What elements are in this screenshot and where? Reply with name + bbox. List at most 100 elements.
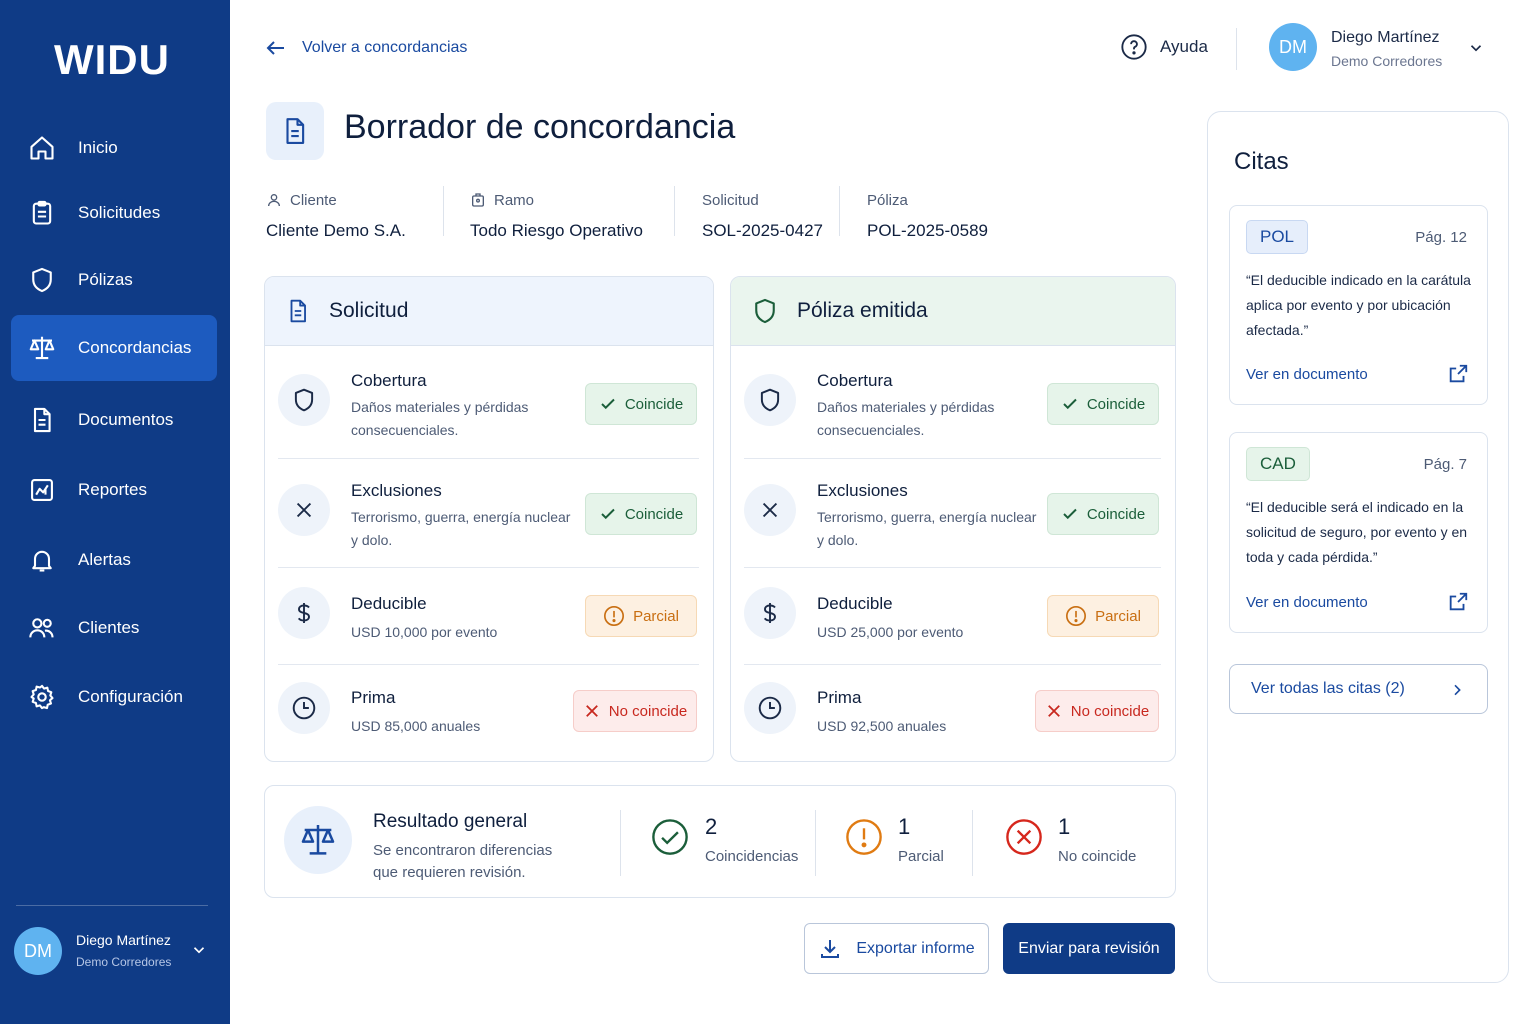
meta-value: POL-2025-0589: [867, 221, 988, 240]
status-label: Parcial: [1095, 607, 1141, 625]
send-label: Enviar para revisión: [1018, 939, 1160, 957]
sidebar-item-label: Pólizas: [78, 270, 133, 289]
avatar: DM: [1269, 23, 1317, 71]
warning-icon: [604, 606, 625, 626]
document-icon: [290, 299, 306, 323]
result-summary: Resultado general Se encontraron diferen…: [264, 785, 1176, 898]
check-icon: [1063, 508, 1077, 520]
row-divider: [744, 458, 1161, 459]
citation-quote: “El deducible indicado en la carátula ap…: [1246, 272, 1471, 338]
row-divider: [278, 567, 699, 568]
sidebar-item-inicio[interactable]: Inicio: [11, 115, 217, 181]
citation-quote: “El deducible será el indicado en la sol…: [1246, 499, 1468, 565]
citations-title: Citas: [1234, 148, 1289, 175]
header-divider: [1236, 28, 1237, 70]
row-desc: Terrorismo, guerra, energía nuclear y do…: [351, 509, 571, 548]
send-review-button[interactable]: Enviar para revisión: [1003, 923, 1175, 974]
comparison-row-cobertura: Cobertura Daños materiales y pérdidas co…: [744, 371, 1161, 442]
sidebar-item-reportes[interactable]: Reportes: [11, 457, 217, 523]
panel-header: Póliza emitida: [731, 277, 1175, 346]
export-report-button[interactable]: Exportar informe: [804, 923, 989, 974]
clock-icon: [278, 682, 330, 734]
sidebar-item-concordancias[interactable]: Concordancias: [11, 315, 217, 381]
scale-icon: [284, 806, 352, 874]
users-icon: [27, 613, 57, 643]
row-desc: USD 10,000 por evento: [351, 624, 498, 640]
row-title: Deducible: [817, 594, 893, 613]
row-divider: [744, 567, 1161, 568]
clipboard-icon: [27, 198, 57, 228]
sidebar-item-clientes[interactable]: Clientes: [11, 595, 217, 661]
back-link-label: Volver a concordancias: [302, 39, 468, 56]
gear-icon: [27, 682, 57, 712]
meta-solicitud: Solicitud SOL-2025-0427: [702, 188, 823, 246]
source-badge: POL: [1246, 220, 1309, 254]
user-icon: [268, 194, 280, 207]
status-label: Coincide: [624, 505, 684, 523]
status-badge: No coincide: [1035, 690, 1159, 732]
sidebar-item-label: Inicio: [78, 138, 118, 157]
sidebar-item-polizas[interactable]: Pólizas: [11, 247, 217, 313]
result-title: Resultado general: [373, 811, 528, 832]
view-in-document-link[interactable]: Ver en documento: [1246, 594, 1368, 611]
row-title: Prima: [351, 688, 396, 707]
view-all-label: Ver todas las citas (2): [1251, 680, 1405, 697]
meta-value: SOL-2025-0427: [702, 221, 823, 240]
row-divider: [278, 458, 699, 459]
user-org: Demo Corredores: [1331, 53, 1443, 69]
sidebar: WIDU Inicio Solicitudes Pólizas Concorda…: [0, 0, 230, 1024]
user-name: Diego Martínez: [76, 932, 171, 948]
external-link-icon[interactable]: [1447, 363, 1469, 385]
row-title: Cobertura: [817, 371, 893, 390]
citation-card: POL Pág. 12 “El deducible indicado en la…: [1229, 205, 1488, 405]
status-label: No coincide: [1070, 702, 1150, 720]
widu-logo: WIDU: [54, 36, 170, 83]
sidebar-item-alertas[interactable]: Alertas: [11, 527, 217, 593]
help-button[interactable]: Ayuda: [1120, 33, 1208, 61]
row-desc: USD 85,000 anuales: [351, 718, 481, 734]
panel-header: Solicitud: [265, 277, 713, 346]
status-badge: Coincide: [1047, 493, 1159, 535]
stat-number: 1: [1058, 814, 1071, 839]
meta-label: Ramo: [494, 191, 535, 209]
chart-icon: [27, 475, 57, 505]
bell-icon: [27, 545, 57, 575]
row-desc: Daños materiales y pérdidas consecuencia…: [351, 399, 529, 438]
sidebar-user-menu[interactable]: DM Diego Martínez Demo Corredores: [14, 925, 214, 977]
status-label: Coincide: [1086, 395, 1146, 413]
meta-cliente: Cliente Cliente Demo S.A.: [266, 188, 406, 246]
row-desc: USD 25,000 por evento: [817, 624, 964, 640]
help-icon: [1121, 34, 1147, 60]
clock-icon: [744, 682, 796, 734]
view-in-document-link[interactable]: Ver en documento: [1246, 366, 1368, 383]
shield-icon: [278, 374, 330, 426]
meta-divider: [443, 186, 444, 236]
back-link[interactable]: Volver a concordancias: [264, 36, 467, 60]
meta-label: Solicitud: [702, 191, 759, 209]
chevron-right-icon: [1454, 684, 1461, 696]
row-title: Exclusiones: [817, 481, 908, 500]
x-circle-icon: [1006, 819, 1042, 855]
check-icon: [1063, 398, 1077, 410]
stat-number: 1: [898, 814, 911, 839]
close-icon: [278, 484, 330, 536]
shield-icon: [755, 298, 775, 324]
home-icon: [27, 133, 57, 163]
briefcase-icon: [472, 193, 484, 207]
sidebar-item-configuracion[interactable]: Configuración: [11, 664, 217, 730]
check-icon: [601, 508, 615, 520]
view-all-citations-button[interactable]: Ver todas las citas (2): [1229, 664, 1488, 714]
header-user-menu[interactable]: DM Diego Martínez Demo Corredores: [1269, 23, 1489, 73]
poliza-panel: Póliza emitida Cobertura Daños materiale…: [730, 276, 1176, 762]
stat-label: Parcial: [898, 848, 944, 865]
scale-icon: [27, 333, 57, 363]
status-badge: Coincide: [1047, 383, 1159, 425]
meta-value: Todo Riesgo Operativo: [470, 221, 643, 240]
meta-value: Cliente Demo S.A.: [266, 221, 406, 240]
sidebar-item-label: Clientes: [78, 618, 140, 637]
help-label: Ayuda: [1160, 37, 1208, 56]
sidebar-item-solicitudes[interactable]: Solicitudes: [11, 180, 217, 246]
row-title: Deducible: [351, 594, 427, 613]
external-link-icon[interactable]: [1447, 591, 1469, 613]
sidebar-item-documentos[interactable]: Documentos: [11, 387, 217, 453]
